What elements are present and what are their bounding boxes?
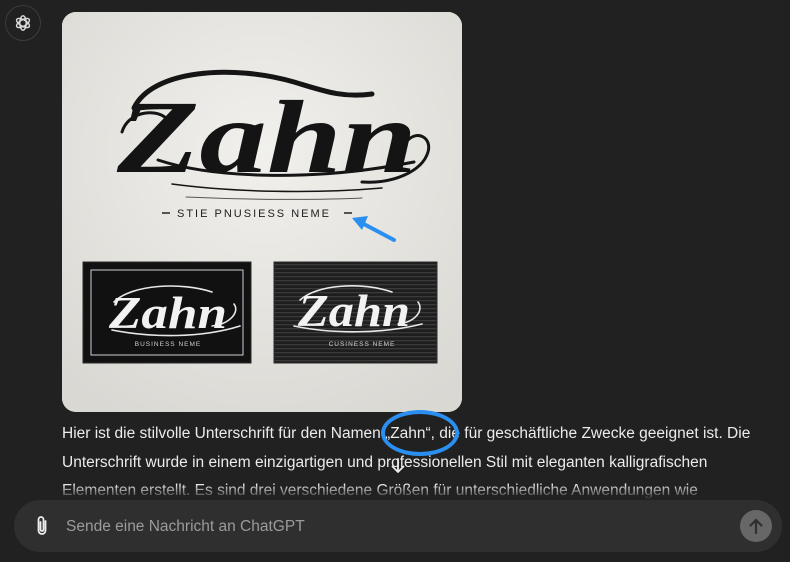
assistant-avatar [5,5,41,41]
message-line: Unterschrift wurde in einem einzigartige… [62,453,708,471]
card-left-logo: Zahn [108,287,227,338]
message-input[interactable] [64,512,708,542]
generated-image[interactable]: Zahn STIE PNUSIESS NEME Zahn BUSINESS NE… [62,12,462,412]
composer [14,500,782,552]
card-right-tagline: CUSINESS NEME [329,341,396,348]
send-button[interactable] [740,510,772,542]
card-left-tagline: BUSINESS NEME [135,341,201,348]
card-right-logo: Zahn [297,285,410,336]
message-line: Hier ist die stilvolle Unterschrift für … [62,425,751,442]
scroll-down-button[interactable] [386,454,410,478]
logo-tagline: STIE PNUSIESS NEME [177,208,331,220]
paperclip-icon [37,516,47,535]
logo-text: Zahn [116,80,417,195]
openai-logo-icon [15,15,31,31]
arrow-up-icon [749,518,763,534]
arrow-down-icon [391,458,405,473]
attach-button[interactable] [30,514,54,538]
